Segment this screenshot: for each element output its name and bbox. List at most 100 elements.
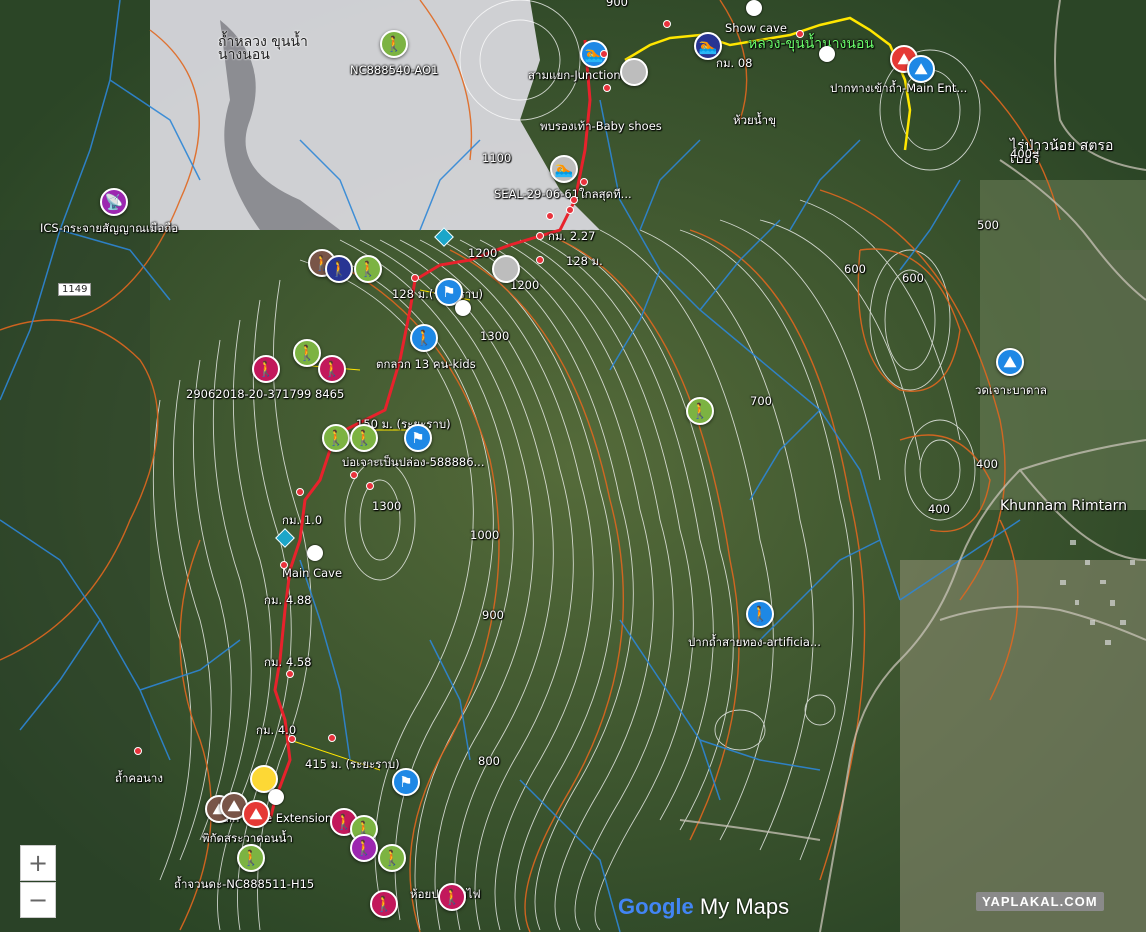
google-my-maps-logo: Google My Maps [618, 894, 789, 920]
route-point[interactable] [366, 482, 374, 490]
label-huai-nam-khu: ห้วยน้ำขุ [733, 113, 776, 127]
label-tham-luang-green: หลวง-ขุนน้ำนางนอน [748, 36, 874, 52]
hiker-icon[interactable]: 🚶 [410, 324, 438, 352]
contour-label: 800 [478, 754, 500, 768]
contour-label: 900 [606, 0, 628, 9]
label-km-2-27: กม. 2.27 [548, 229, 596, 243]
label-nc888540: NC888540-AO1 [350, 63, 439, 77]
contour-label: 1300 [480, 329, 510, 343]
label-128m: 128 ม. [566, 254, 603, 268]
hiker-icon[interactable]: 🚶 [237, 844, 265, 872]
hiker-icon[interactable]: 🚶 [354, 255, 382, 283]
route-point[interactable] [328, 734, 336, 742]
swimmer-icon[interactable]: 🏊 [694, 32, 722, 60]
label-13-kids: ตกลวก 13 คน-kids [376, 357, 476, 371]
route-point[interactable] [411, 274, 419, 282]
hiker-icon[interactable]: 🚶 [350, 834, 378, 862]
route-point[interactable] [350, 471, 358, 479]
label-nc888511-h15: ถ้ำจวนดะ-NC888511-H15 [174, 877, 315, 891]
waypoint-dot[interactable] [746, 0, 762, 16]
label-khunnam-rimtarn: Khunnam Rimtarn [1000, 498, 1128, 514]
label-well-drilling: วดเจาะบาดาล [975, 383, 1047, 397]
route-point[interactable] [286, 670, 294, 678]
route-point[interactable] [536, 256, 544, 264]
marker-icon[interactable] [492, 255, 520, 283]
route-point[interactable] [296, 488, 304, 496]
contour-label: 400 [976, 457, 998, 471]
label-km-4-88: กม. 4.88 [264, 593, 312, 607]
map-canvas[interactable]: NC888540-AO1 ICS-กระจายสัญญาณเมือถือ สาม… [0, 0, 1146, 932]
route-point[interactable] [134, 747, 142, 755]
label-km-08: กม. 08 [716, 56, 753, 70]
label-415m-horizontal: 415 ม. (ระยะราบ) [305, 757, 400, 771]
label-artificial-cave: ปากถ้ำสายทอง-artificia... [688, 635, 821, 649]
marker-icon[interactable] [620, 58, 648, 86]
hiker-icon[interactable]: 🚶 [350, 424, 378, 452]
contour-label: 700 [750, 394, 772, 408]
hiker-icon[interactable]: 🚶 [438, 883, 466, 911]
hiker-icon[interactable]: 🚶 [325, 255, 353, 283]
hiker-icon[interactable]: 🚶 [293, 339, 321, 367]
swimmer-icon[interactable]: 🏊 [550, 155, 578, 183]
road-shield: 1149 [58, 283, 92, 296]
label-km-1-0: กม. 1.0 [282, 513, 323, 527]
watermark: YAPLAKAL.COM [976, 892, 1104, 911]
cave-entrance-icon[interactable]: ⛰ [996, 348, 1024, 376]
waypoint-dot[interactable] [819, 46, 835, 62]
contour-label: 900 [482, 608, 504, 622]
hiker-icon[interactable]: 🚶 [746, 600, 774, 628]
flag-icon[interactable]: ⚑ [404, 424, 432, 452]
contour-label: 500 [977, 218, 999, 232]
label-junction: สามแยก-Junction [528, 68, 621, 82]
label-ics-signal: ICS-กระจายสัญญาณเมือถือ [40, 221, 179, 235]
label-km-4-58: กม. 4.58 [264, 655, 312, 669]
contour-label: 1000 [470, 528, 500, 542]
contour-label: 1300 [372, 499, 402, 513]
signal-tower-icon[interactable]: 📡 [100, 188, 128, 216]
hiker-icon[interactable]: 🚶 [318, 355, 346, 383]
waypoint-dot[interactable] [268, 789, 284, 805]
route-point[interactable] [663, 20, 671, 28]
label-tham-luang-map: ถ้ำหลวง ขุนน้ำนางนอน [218, 34, 308, 63]
route-point[interactable] [796, 30, 804, 38]
hiker-icon[interactable]: 🚶 [380, 30, 408, 58]
zoom-out-button[interactable]: − [20, 882, 56, 918]
label-main-cave: Main Cave [282, 566, 343, 580]
cave-entrance-icon[interactable]: ⛰ [242, 800, 270, 828]
label-tham-kho-nang: ถ้ำคอนาง [115, 771, 163, 785]
cave-entrance-icon[interactable]: ⛰ [907, 55, 935, 83]
contour-label: 1200 [468, 246, 498, 260]
route-point[interactable] [580, 178, 588, 186]
label-show-cave: Show cave [725, 21, 787, 35]
route-point[interactable] [546, 212, 554, 220]
logo-google: Google [618, 894, 694, 919]
route-point[interactable] [288, 735, 296, 743]
route-point[interactable] [600, 50, 608, 58]
contour-label: 600 [902, 271, 924, 285]
route-point[interactable] [280, 561, 288, 569]
route-point[interactable] [570, 196, 578, 204]
map-terrain [0, 0, 1146, 932]
contour-label: 600 [844, 262, 866, 276]
route-point[interactable] [566, 206, 574, 214]
waypoint-dot[interactable] [455, 300, 471, 316]
contour-label: 400 [928, 502, 950, 516]
label-shaft-588886: บ่อเจาะเป็นปล่อง-588886... [342, 455, 485, 469]
hiker-icon[interactable]: 🚶 [322, 424, 350, 452]
route-point[interactable] [536, 232, 544, 240]
waypoint-dot[interactable] [307, 545, 323, 561]
zoom-in-button[interactable]: + [20, 845, 56, 881]
flag-icon[interactable]: ⚑ [392, 768, 420, 796]
contour-label: 1100 [482, 151, 512, 165]
hiker-icon[interactable]: 🚶 [686, 397, 714, 425]
label-coordinate-29062018: 29062018-20-371799 8465 [186, 387, 345, 401]
label-pond-coordinate: พิกัดสระวาดอนน้ำ [202, 831, 293, 845]
hiker-icon[interactable]: 🚶 [370, 890, 398, 918]
route-point[interactable] [603, 84, 611, 92]
contour-label: 400 [1010, 147, 1032, 161]
label-seal: SEAL-29-06-61ใกลสุดที... [494, 187, 632, 201]
hiker-icon[interactable]: 🚶 [252, 355, 280, 383]
hiker-icon[interactable]: 🚶 [378, 844, 406, 872]
label-baby-shoes: พบรองเท้า-Baby shoes [540, 119, 662, 133]
logo-mymaps: My Maps [693, 894, 790, 919]
